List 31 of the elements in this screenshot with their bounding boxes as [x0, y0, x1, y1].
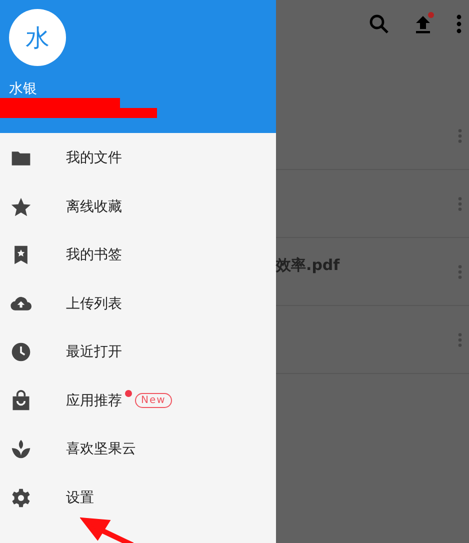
menu-label: 我的书签 [66, 246, 122, 264]
menu-item[interactable]: 喜欢坚果云 [0, 425, 276, 474]
menu-item[interactable]: 最近打开 [0, 328, 276, 376]
clock-icon [10, 341, 32, 364]
more-icon[interactable] [455, 12, 463, 36]
menu-label: 应用推荐 [66, 392, 122, 410]
menu-label: 设置 [66, 488, 94, 507]
new-badge: New [135, 393, 172, 408]
menu-item[interactable]: 应用推荐 New [0, 376, 276, 425]
menu-label: 离线收藏 [66, 198, 122, 216]
bag-icon [10, 390, 32, 412]
menu-label: 最近打开 [66, 343, 122, 362]
avatar[interactable]: 水 [9, 9, 66, 66]
more-icon[interactable] [457, 126, 463, 144]
menu-item[interactable]: 我的文件 [0, 134, 276, 182]
file-name: 效率.pdf [276, 256, 340, 275]
gear-icon [10, 486, 32, 509]
menu-label: 上传列表 [66, 294, 122, 313]
menu-item[interactable]: 上传列表 [0, 280, 276, 328]
more-icon[interactable] [457, 330, 463, 348]
menu-label: 我的文件 [66, 149, 122, 168]
search-icon[interactable] [367, 12, 391, 36]
menu-item[interactable]: 设置 [0, 474, 276, 522]
user-name: 水银 [9, 80, 38, 98]
menu-item[interactable]: 我的书签 [0, 231, 276, 280]
menu-item[interactable]: 离线收藏 [0, 182, 276, 231]
more-icon[interactable] [457, 194, 463, 212]
star-icon [10, 196, 32, 218]
menu-label: 喜欢坚果云 [66, 440, 136, 458]
leaf-icon [10, 438, 32, 460]
more-icon[interactable] [457, 262, 463, 280]
